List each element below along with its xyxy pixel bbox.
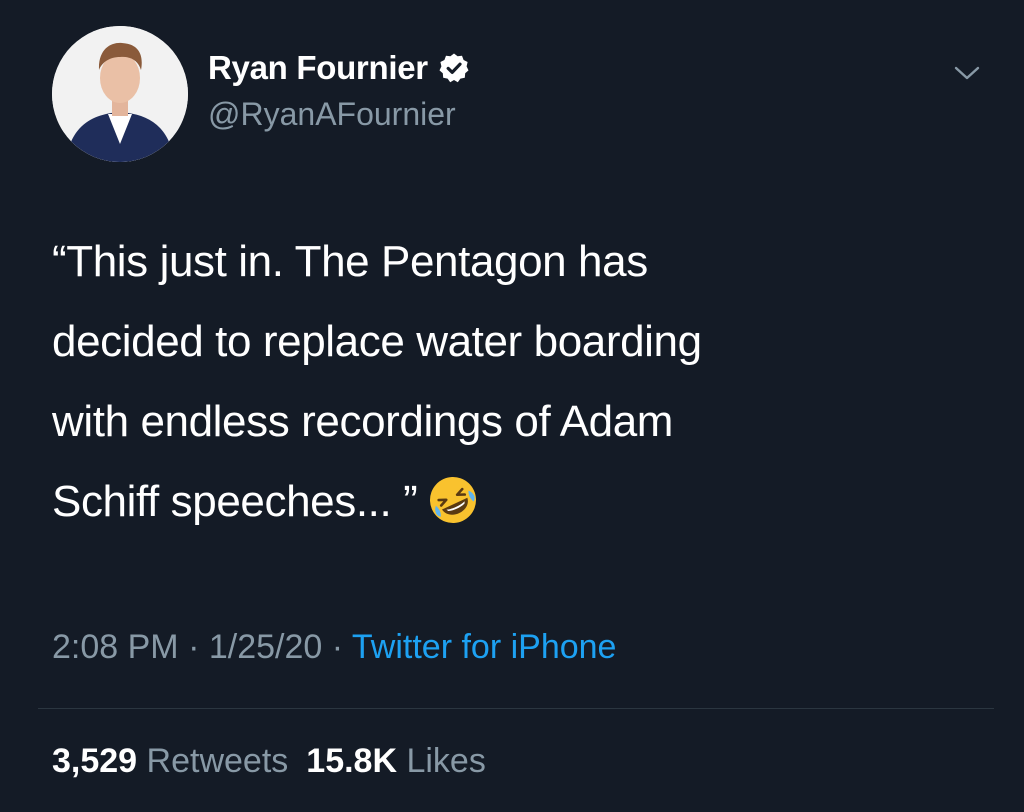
rolling-on-the-floor-laughing-emoji-icon — [427, 472, 479, 524]
likes-count: 15.8K — [306, 742, 398, 780]
tweet-source-link[interactable]: Twitter for iPhone — [352, 628, 617, 666]
avatar[interactable] — [52, 26, 188, 162]
author-name-row[interactable]: Ryan Fournier — [208, 46, 470, 90]
likes-label: Likes — [406, 742, 486, 780]
retweets-count: 3,529 — [52, 742, 138, 780]
likes-stat[interactable]: 15.8K Likes — [306, 742, 486, 780]
tweet-stats: 3,529 Retweets 15.8K Likes — [52, 742, 486, 781]
verified-badge-icon — [438, 52, 470, 84]
divider — [38, 708, 994, 709]
tweet-meta: 2:08 PM · 1/25/20 · Twitter for iPhone — [52, 628, 616, 667]
meta-separator: · — [322, 628, 352, 666]
tweet-text-line-last: Schiff speeches... ” — [52, 462, 952, 542]
tweet-text-fragment: Schiff speeches... ” — [52, 477, 418, 526]
tweet-date[interactable]: 1/25/20 — [209, 628, 322, 666]
retweets-label: Retweets — [146, 742, 289, 780]
tweet-time[interactable]: 2:08 PM — [52, 628, 179, 666]
tweet-text-line: with endless recordings of Adam — [52, 397, 674, 446]
meta-separator: · — [178, 628, 209, 666]
tweet-text-line: decided to replace water boarding — [52, 317, 702, 366]
display-name[interactable]: Ryan Fournier — [208, 49, 428, 87]
chevron-down-icon[interactable] — [952, 62, 982, 84]
author-handle[interactable]: @RyanAFournier — [208, 96, 456, 133]
avatar-photo — [52, 26, 188, 162]
tweet-text-line: “This just in. The Pentagon has — [52, 237, 648, 286]
tweet-card: Ryan Fournier @RyanAFournier “This just … — [0, 0, 1024, 812]
retweets-stat[interactable]: 3,529 Retweets — [52, 742, 288, 780]
tweet-text: “This just in. The Pentagon has decided … — [52, 222, 952, 542]
